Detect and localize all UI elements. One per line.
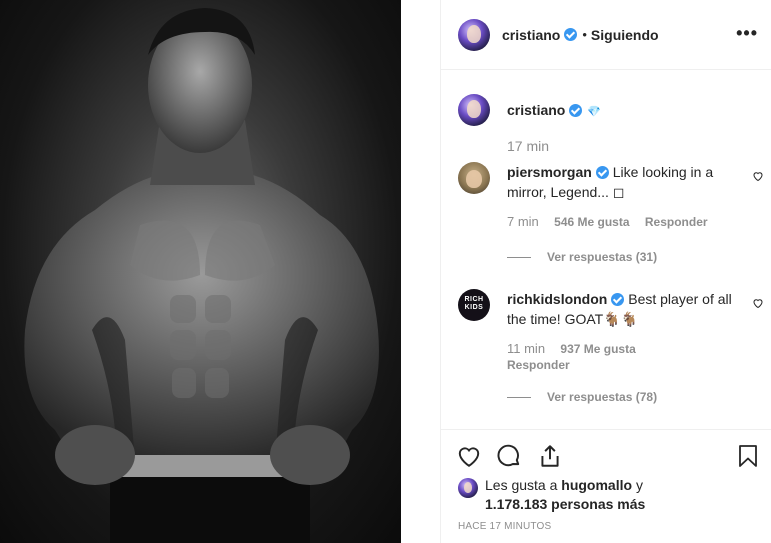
post-sidebar: cristiano • Siguiendo ••• cristiano 💎 17 … [440,0,771,543]
comment-item: piersmorgan Like looking in a mirror, Le… [458,162,763,229]
divider-line [507,256,531,258]
more-options-icon[interactable]: ••• [736,24,758,42]
avatar-text: RICH KIDS [464,296,484,311]
share-icon[interactable] [537,443,563,469]
verified-badge-icon [611,293,625,306]
header-username[interactable]: cristiano [502,27,560,43]
liker-username[interactable]: hugomallo [561,477,632,493]
reply-button[interactable]: Responder [645,215,708,229]
likes-summary: Les gusta a hugomallo y 1.178.183 person… [458,476,745,514]
caption: cristiano 💎 17 min [458,94,758,154]
verified-badge-icon [595,166,609,179]
likes-count[interactable]: 1.178.183 personas más [485,496,645,512]
avatar[interactable] [458,478,478,498]
following-button[interactable]: Siguiendo [591,27,659,43]
caption-username[interactable]: cristiano [507,102,565,118]
comment-time[interactable]: 11 min [507,341,545,356]
view-replies-label: Ver respuestas (31) [547,250,658,264]
comment-likes[interactable]: 546 Me gusta [554,215,629,229]
avatar[interactable]: RICH KIDS [458,289,490,321]
comment-username[interactable]: piersmorgan [507,164,592,180]
post-header: cristiano • Siguiendo ••• [441,0,771,70]
avatar[interactable] [458,94,490,126]
bookmark-icon[interactable] [736,443,760,469]
reply-button[interactable]: Responder [507,358,657,372]
avatar[interactable] [458,18,490,51]
comment-username[interactable]: richkidslondon [507,291,607,307]
heart-icon[interactable] [456,443,482,469]
likes-prefix: Les gusta a [485,477,558,493]
comments-list: cristiano 💎 17 min piersmorgan Like looki… [441,71,771,429]
post-timestamp[interactable]: HACE 17 MINUTOS [458,521,551,532]
diamond-emoji: 💎 [587,106,602,118]
separator-dot: • [582,27,587,42]
post-actions: Les gusta a hugomallo y 1.178.183 person… [441,429,771,543]
verified-badge-icon [569,104,583,117]
verified-badge-icon [564,28,578,41]
comment-likes[interactable]: 937 Me gusta [560,342,635,356]
comment-time[interactable]: 7 min [507,214,539,229]
likes-conj: y [635,477,643,493]
photo-figure [24,8,379,543]
comment-item: RICH KIDS richkidslondon Best player of … [458,289,763,372]
avatar[interactable] [458,162,490,194]
view-replies-button[interactable]: Ver respuestas (31) [507,250,657,264]
like-comment-heart-icon[interactable] [752,297,764,309]
post-photo[interactable] [0,0,401,543]
view-replies-label: Ver respuestas (78) [547,390,658,404]
like-comment-heart-icon[interactable] [752,170,764,182]
divider-line [507,396,531,398]
view-replies-button[interactable]: Ver respuestas (78) [507,390,657,404]
caption-time[interactable]: 17 min [507,138,549,154]
comment-icon[interactable] [496,443,522,469]
